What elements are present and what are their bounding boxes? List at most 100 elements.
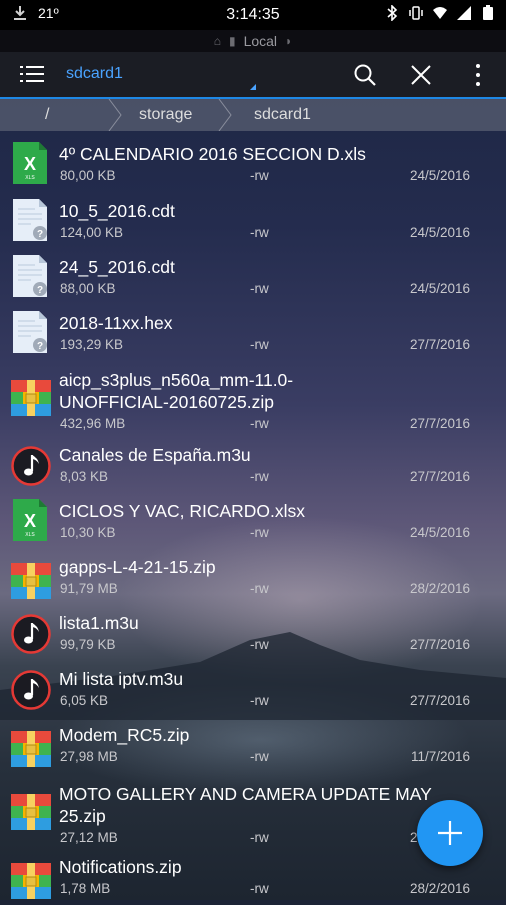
- more-vert-icon[interactable]: [466, 63, 490, 87]
- file-permissions: -rw: [250, 749, 269, 764]
- file-name: 4º CALENDARIO 2016 SECCION D.xls: [59, 144, 366, 164]
- file-permissions: -rw: [250, 281, 269, 296]
- storage-icon[interactable]: ▮: [229, 34, 236, 48]
- vibrate-icon: [409, 6, 423, 20]
- file-permissions: -rw: [250, 416, 269, 431]
- file-date: 24/5/2016: [409, 281, 470, 296]
- breadcrumb-storage[interactable]: storage: [139, 106, 192, 124]
- file-name: 24_5_2016.cdt: [59, 257, 175, 277]
- file-name: gapps-L-4-21-15.zip: [59, 557, 216, 577]
- file-date: 24/5/2016: [409, 525, 470, 540]
- spreadsheet-icon: X XLS: [11, 142, 49, 184]
- file-name: Modem_RC5.zip: [59, 725, 190, 745]
- file-row[interactable]: ? 10_5_2016.cdt 124,00 KB -rw 24/5/2016: [0, 197, 506, 249]
- file-permissions: -rw: [250, 830, 269, 845]
- file-date: 28/2/2016: [409, 581, 470, 596]
- chevron-right-icon: [108, 99, 122, 131]
- svg-text:?: ?: [37, 341, 43, 352]
- file-name: Notifications.zip: [59, 857, 182, 877]
- file-permissions: -rw: [250, 693, 269, 708]
- file-permissions: -rw: [250, 525, 269, 540]
- file-size: 8,03 KB: [60, 469, 109, 484]
- add-button[interactable]: [417, 800, 483, 866]
- svg-text:X: X: [24, 154, 36, 174]
- file-row[interactable]: aicp_s3plus_n560a_mm-11.0- UNOFFICIAL-201…: [0, 366, 506, 436]
- file-name: 2018-11xx.hex: [59, 313, 173, 333]
- file-size: 88,00 KB: [60, 281, 116, 296]
- toolbar: sdcard1: [0, 52, 506, 99]
- file-size: 80,00 KB: [60, 168, 116, 183]
- file-date: 11/7/2016: [410, 749, 470, 764]
- location-label[interactable]: Local: [244, 33, 277, 49]
- file-date: 24/5/2016: [409, 168, 470, 183]
- file-name: MOTO GALLERY AND CAMERA UPDATE MAY: [59, 784, 432, 804]
- battery-icon: [483, 5, 493, 20]
- spreadsheet-icon: X XLS: [11, 499, 49, 541]
- unknown-file-icon: ?: [11, 199, 49, 241]
- file-permissions: -rw: [250, 168, 269, 183]
- svg-text:?: ?: [37, 285, 43, 296]
- file-size: 99,79 KB: [60, 637, 116, 652]
- file-row[interactable]: Mi lista iptv.m3u 6,05 KB -rw 27/7/2016: [0, 665, 506, 717]
- file-name: Mi lista iptv.m3u: [59, 669, 184, 689]
- file-permissions: -rw: [250, 881, 269, 896]
- archive-icon: [11, 380, 51, 422]
- svg-text:XLS: XLS: [25, 175, 35, 181]
- file-row[interactable]: Canales de España.m3u 8,03 KB -rw 27/7/2016: [0, 441, 506, 493]
- file-permissions: -rw: [250, 337, 269, 352]
- file-size: 432,96 MB: [60, 416, 126, 431]
- file-name: 10_5_2016.cdt: [59, 201, 175, 221]
- file-name: lista1.m3u: [59, 613, 139, 633]
- toolbar-title[interactable]: sdcard1: [66, 65, 123, 83]
- add-icon: [438, 821, 462, 845]
- file-name: aicp_s3plus_n560a_mm-11.0-: [59, 370, 294, 390]
- file-row[interactable]: Notifications.zip 1,78 MB -rw 28/2/2016: [0, 853, 506, 905]
- music-icon: [11, 670, 51, 712]
- chevron-right-icon: [218, 99, 232, 131]
- file-row[interactable]: Modem_RC5.zip 27,98 MB -rw 11/7/2016: [0, 721, 506, 773]
- menu-icon[interactable]: [20, 64, 44, 84]
- status-bar: 21º 3:14:35: [0, 0, 506, 30]
- file-name-line2: UNOFFICIAL-20160725.zip: [59, 392, 274, 412]
- file-name: Canales de España.m3u: [59, 445, 251, 465]
- archive-icon: [11, 863, 51, 905]
- file-date: 27/7/2016: [409, 693, 470, 708]
- file-row[interactable]: ? 2018-11xx.hex 193,29 KB -rw 27/7/2016: [0, 309, 506, 361]
- file-size: 6,05 KB: [60, 693, 109, 708]
- file-row[interactable]: gapps-L-4-21-15.zip 91,79 MB -rw 28/2/2016: [0, 553, 506, 605]
- file-size: 124,00 KB: [60, 225, 124, 240]
- breadcrumb-root[interactable]: /: [45, 106, 49, 124]
- file-row[interactable]: X XLS CICLOS Y VAC, RICARDO.xlsx 10,30 KB -r…: [0, 497, 506, 549]
- file-size: 1,78 MB: [60, 881, 111, 896]
- search-icon[interactable]: [353, 63, 377, 87]
- home-icon[interactable]: ⌂: [214, 34, 221, 48]
- breadcrumb: / storage sdcard1: [0, 99, 506, 131]
- file-name: CICLOS Y VAC, RICARDO.xlsx: [59, 501, 306, 521]
- file-permissions: -rw: [250, 469, 269, 484]
- signal-icon: [457, 6, 471, 20]
- music-icon: [11, 446, 51, 488]
- close-icon[interactable]: [409, 63, 433, 87]
- file-permissions: -rw: [250, 581, 269, 596]
- music-icon: [11, 614, 51, 656]
- breadcrumb-sdcard1[interactable]: sdcard1: [254, 106, 311, 124]
- archive-icon: [11, 731, 51, 773]
- unknown-file-icon: ?: [11, 255, 49, 297]
- file-size: 10,30 KB: [60, 525, 116, 540]
- svg-text:?: ?: [37, 229, 43, 240]
- wifi-icon: [433, 7, 447, 19]
- file-date: 27/7/2016: [409, 337, 470, 352]
- file-date: 27/7/2016: [409, 637, 470, 652]
- android-icon[interactable]: ◗: [285, 34, 292, 48]
- file-row[interactable]: lista1.m3u 99,79 KB -rw 27/7/2016: [0, 609, 506, 661]
- file-date: 27/7/2016: [409, 469, 470, 484]
- file-name-line2: 25.zip: [59, 806, 106, 826]
- location-bar: ⌂ ▮ Local ◗: [0, 30, 506, 52]
- dropdown-caret-icon[interactable]: [250, 84, 256, 90]
- archive-icon: [11, 563, 51, 605]
- file-row[interactable]: ? 24_5_2016.cdt 88,00 KB -rw 24/5/2016: [0, 253, 506, 305]
- file-date: 24/5/2016: [409, 225, 470, 240]
- file-row[interactable]: X XLS 4º CALENDARIO 2016 SECCION D.xls 80,0…: [0, 140, 506, 192]
- file-date: 28/2/2016: [409, 881, 470, 896]
- svg-text:XLS: XLS: [25, 532, 35, 538]
